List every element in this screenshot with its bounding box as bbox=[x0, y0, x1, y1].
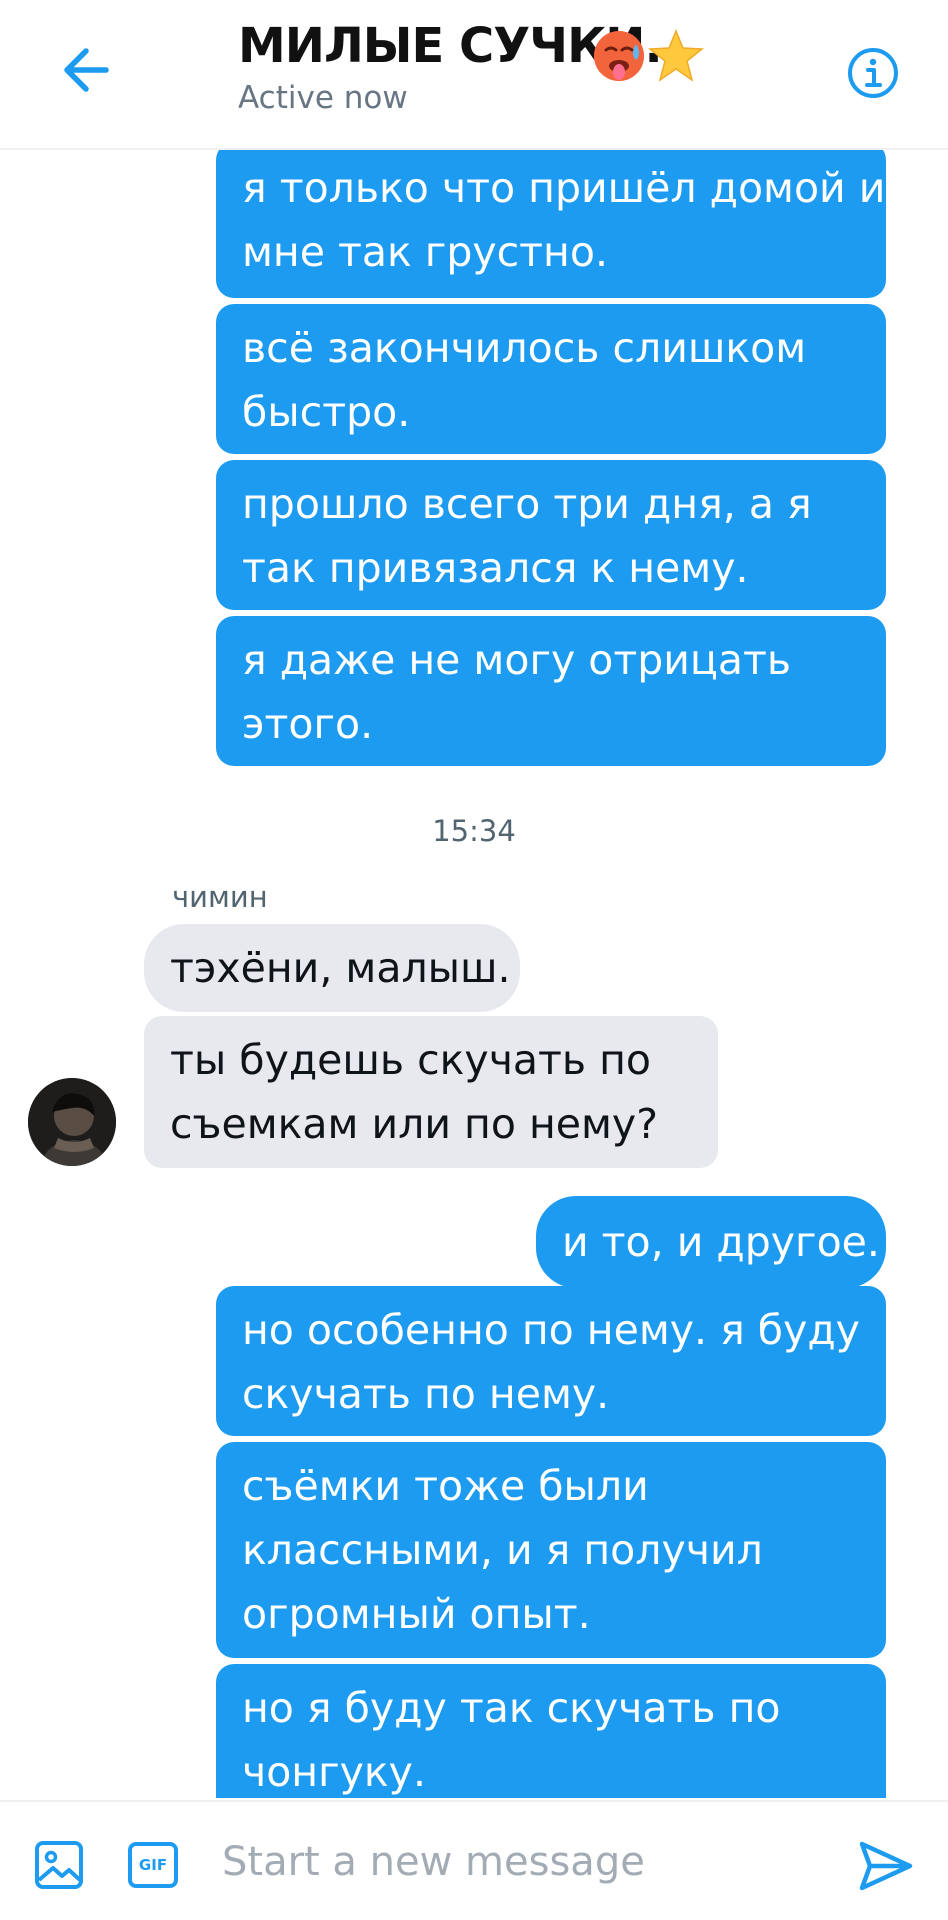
back-button[interactable] bbox=[56, 40, 116, 100]
arrow-left-icon bbox=[64, 48, 109, 92]
send-icon bbox=[859, 1841, 913, 1891]
message-line: всё закончилось слишком bbox=[242, 324, 807, 372]
avatar-photo bbox=[28, 1078, 116, 1166]
message-line: этого. bbox=[242, 700, 374, 748]
incoming-message[interactable]: ты будешь скучать по съемкам или по нему… bbox=[144, 1016, 718, 1168]
message-line: но особенно по нему. я буду bbox=[242, 1306, 860, 1354]
message-line: быстро. bbox=[242, 388, 411, 436]
message-line: прошло всего три дня, а я bbox=[242, 480, 812, 528]
message-line: огромный опыт. bbox=[242, 1590, 591, 1638]
dm-conversation-screen: МИЛЫЕ СУЧКИ. Active now я только что при… bbox=[0, 0, 948, 1920]
message-input[interactable] bbox=[222, 1830, 822, 1894]
title-emojis bbox=[594, 29, 704, 82]
message-composer: GIF bbox=[0, 1800, 948, 1920]
message-line: съемкам или по нему? bbox=[170, 1100, 658, 1148]
info-button[interactable] bbox=[846, 46, 900, 100]
message-line: чонгуку. bbox=[242, 1748, 426, 1796]
outgoing-message[interactable]: и то, и другое. bbox=[536, 1196, 886, 1288]
incoming-message[interactable]: тэхёни, малыш. bbox=[144, 924, 520, 1012]
info-circle-icon bbox=[848, 48, 898, 98]
message-line: я даже не могу отрицать bbox=[242, 636, 791, 684]
outgoing-message[interactable]: всё закончилось слишком быстро. bbox=[216, 304, 886, 454]
send-button[interactable] bbox=[856, 1836, 916, 1896]
hot-face-emoji bbox=[594, 31, 644, 81]
outgoing-message[interactable]: я даже не могу отрицать этого. bbox=[216, 616, 886, 766]
chat-status: Active now bbox=[238, 80, 408, 116]
message-list[interactable]: я только что пришёл домой и мне так грус… bbox=[0, 150, 948, 1798]
message-timestamp: 15:34 bbox=[432, 814, 516, 848]
add-image-button[interactable] bbox=[34, 1840, 84, 1890]
sender-name: чимин bbox=[172, 880, 268, 914]
message-line: мне так грустно. bbox=[242, 228, 608, 276]
message-line: тэхёни, малыш. bbox=[170, 944, 511, 992]
outgoing-message[interactable]: съёмки тоже были классными, и я получил … bbox=[216, 1442, 886, 1658]
outgoing-message[interactable]: но я буду так скучать по чонгуку. bbox=[216, 1664, 886, 1798]
star-emoji bbox=[647, 29, 704, 82]
outgoing-message[interactable]: но особенно по нему. я буду скучать по н… bbox=[216, 1286, 886, 1436]
message-line: скучать по нему. bbox=[242, 1370, 610, 1418]
image-icon bbox=[35, 1841, 83, 1889]
message-line: так привязался к нему. bbox=[242, 544, 749, 592]
message-line: съёмки тоже были bbox=[242, 1462, 649, 1510]
gif-button[interactable]: GIF bbox=[128, 1842, 178, 1888]
message-line: классными, и я получил bbox=[242, 1526, 763, 1574]
message-line: я только что пришёл домой и bbox=[242, 164, 886, 212]
message-line: но я буду так скучать по bbox=[242, 1684, 781, 1732]
outgoing-message[interactable]: прошло всего три дня, а я так привязался… bbox=[216, 460, 886, 610]
message-line: ты будешь скучать по bbox=[170, 1036, 652, 1084]
outgoing-message[interactable]: я только что пришёл домой и мне так грус… bbox=[216, 150, 886, 298]
message-line: и то, и другое. bbox=[562, 1218, 880, 1266]
conversation-header: МИЛЫЕ СУЧКИ. Active now bbox=[0, 0, 948, 150]
avatar[interactable] bbox=[28, 1078, 116, 1166]
